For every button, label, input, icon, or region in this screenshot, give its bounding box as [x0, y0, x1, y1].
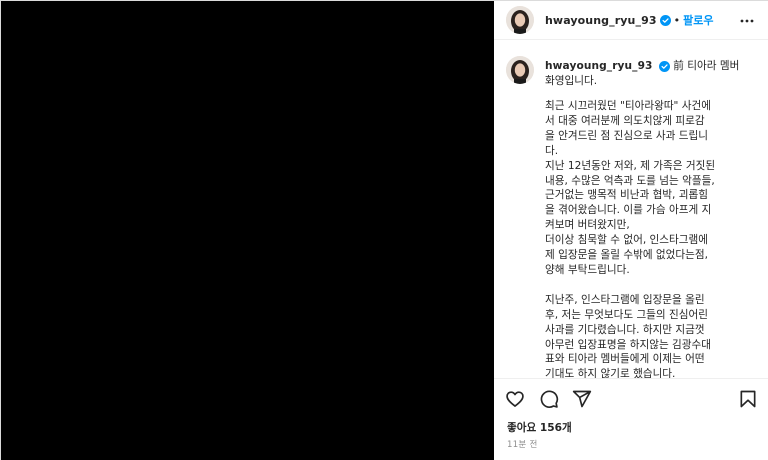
caption-avatar[interactable]	[506, 56, 534, 84]
post-timestamp[interactable]: 11분 전	[507, 438, 538, 450]
post-side-panel: hwayoung_ryu_93 • 팔로우 hwayoung_ryu_93 前 …	[494, 1, 768, 460]
comments-area[interactable]: hwayoung_ryu_93 前 티아라 멤버 화영입니다. 최근 시끄러웠던…	[494, 41, 768, 378]
post-header: hwayoung_ryu_93 • 팔로우	[494, 1, 768, 40]
action-bar	[494, 378, 768, 418]
bookmark-icon[interactable]	[738, 389, 758, 409]
caption-body: 최근 시끄러웠던 "티아라왕따" 사건에 서 대중 여러분께 의도치않게 피로감…	[545, 100, 716, 378]
heart-icon[interactable]	[505, 389, 525, 409]
more-options-icon[interactable]	[739, 13, 755, 29]
caption-username[interactable]: hwayoung_ryu_93	[545, 60, 653, 72]
verified-badge-icon	[659, 14, 671, 26]
follow-button[interactable]: 팔로우	[683, 12, 713, 28]
post-media[interactable]	[1, 1, 494, 460]
username[interactable]: hwayoung_ryu_93	[545, 14, 657, 27]
caption-header: hwayoung_ryu_93 前 티아라 멤버 화영입니다.	[545, 59, 763, 89]
avatar[interactable]	[506, 6, 534, 34]
separator-dot: •	[673, 13, 681, 27]
likes-count[interactable]: 좋아요 156개	[507, 420, 572, 435]
post-dialog: hwayoung_ryu_93 • 팔로우 hwayoung_ryu_93 前 …	[0, 0, 768, 460]
verified-badge-icon	[658, 60, 670, 72]
share-icon[interactable]	[572, 389, 592, 409]
comment-icon[interactable]	[539, 389, 559, 409]
